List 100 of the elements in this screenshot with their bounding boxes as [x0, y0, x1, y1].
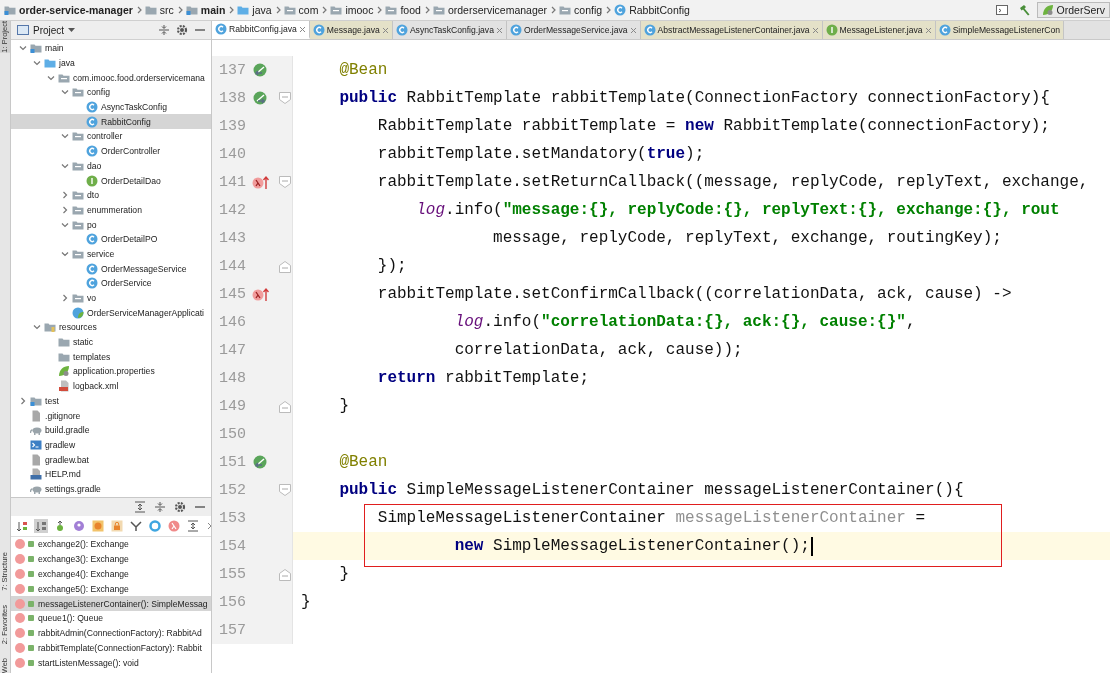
toolbar-toggle[interactable] [129, 519, 143, 533]
tree-item[interactable]: OrderService [11, 276, 211, 291]
source-folder-icon [237, 4, 250, 16]
tree-item[interactable]: gradlew [11, 437, 211, 453]
structure-item[interactable]: exchange4(): Exchange [11, 566, 211, 582]
toolbar-toggle[interactable] [186, 519, 200, 533]
tree-item[interactable]: vo [11, 290, 211, 306]
breadcrumb-item[interactable]: com [281, 4, 321, 16]
code-line: rabbitTemplate.setConfirmCallback((correlationData, ack, cause) -> [376, 285, 1012, 303]
close-icon [298, 25, 306, 33]
settings-button[interactable] [175, 23, 189, 37]
method-icon [15, 613, 25, 624]
line-number: 144 [218, 257, 247, 275]
package-icon [72, 86, 84, 99]
structure-item[interactable]: rabbitAdmin(ConnectionFactory): RabbitAd [11, 625, 211, 641]
tree-item[interactable]: OrderController [11, 143, 211, 159]
line-number: 137 [218, 61, 247, 79]
toolbar-toggle[interactable] [110, 519, 124, 533]
tree-item[interactable]: RabbitConfig [11, 114, 211, 130]
structure-item[interactable]: exchange5(): Exchange [11, 581, 211, 597]
tree-item[interactable]: application.properties [11, 364, 211, 379]
tree-item[interactable]: dto [11, 187, 211, 203]
breadcrumb-item[interactable]: food [383, 4, 423, 16]
collapse-icon [158, 24, 170, 36]
tree-item[interactable]: logback.xml [11, 378, 211, 394]
fold-marker-icon [279, 483, 291, 497]
structure-item[interactable]: rabbitTemplate(ConnectionFactory): Rabbit [11, 640, 211, 656]
line-number: 148 [218, 369, 247, 387]
structure-item[interactable]: messageListenerContainer(): SimpleMessag [11, 596, 211, 611]
tree-item[interactable]: static [11, 334, 211, 350]
tree-item[interactable]: OrderMessageService [11, 261, 211, 276]
class-icon [86, 233, 98, 246]
editor-tab[interactable]: AbstractMessageListenerContainer.java [640, 21, 823, 39]
breadcrumb-item[interactable]: java [235, 4, 274, 16]
tree-item[interactable]: settings.gradle [11, 481, 211, 497]
tree-item[interactable]: config [11, 85, 211, 100]
module-folder-icon [185, 4, 198, 16]
tree-item[interactable]: dao [11, 158, 211, 174]
tree-item[interactable]: gradlew.bat [11, 452, 211, 467]
breadcrumb-item[interactable]: RabbitConfig [612, 4, 692, 16]
toolbar-toggle[interactable] [167, 519, 181, 533]
settings-button[interactable] [173, 500, 187, 514]
tree-item[interactable]: java [11, 55, 211, 71]
toolbar-toggle[interactable] [91, 519, 105, 533]
tree-item[interactable]: resources [11, 320, 211, 335]
tree-item[interactable]: OrderServiceManagerApplicati [11, 305, 211, 321]
line-number: 141 [218, 173, 247, 191]
tree-item[interactable]: build.gradle [11, 422, 211, 438]
code-line: } [301, 593, 311, 611]
tree-item[interactable]: templates [11, 349, 211, 365]
structure-item[interactable]: queue1(): Queue [11, 611, 211, 626]
breadcrumb-item[interactable]: main [183, 4, 228, 16]
editor-tab[interactable]: SimpleMessageListenerCon [935, 21, 1065, 39]
tree-item[interactable]: OrderDetailPO [11, 231, 211, 247]
tree-item[interactable]: enummeration [11, 202, 211, 218]
structure-item[interactable]: exchange2(): Exchange [11, 537, 211, 552]
breadcrumb-item[interactable]: order-service-manager [2, 4, 135, 16]
collapse-all-button[interactable] [153, 500, 167, 514]
editor-tab[interactable]: MessageListener.java [822, 21, 936, 39]
lock-icon [111, 520, 123, 532]
tree-item[interactable]: AsyncTaskConfig [11, 99, 211, 115]
breadcrumb-item[interactable]: orderservicemanager [430, 4, 550, 16]
fold-marker-icon [279, 259, 291, 273]
tree-item[interactable]: test [11, 393, 211, 409]
line-number: 156 [218, 593, 247, 611]
panel-icon [17, 24, 29, 36]
toolbar-toggle[interactable] [15, 519, 29, 533]
breadcrumb-item[interactable]: src [142, 4, 176, 16]
editor-tab[interactable]: Message.java [309, 21, 393, 39]
tree-item[interactable]: po [11, 217, 211, 232]
property-icon [73, 520, 85, 532]
toolbar-toggle[interactable] [34, 519, 48, 533]
tree-item[interactable]: service [11, 246, 211, 262]
breadcrumb-item[interactable]: imooc [328, 4, 376, 16]
structure-item[interactable]: exchange3(): Exchange [11, 551, 211, 567]
package-icon [72, 292, 84, 305]
class-icon [86, 101, 98, 114]
package-icon [283, 4, 296, 16]
tree-item[interactable]: .gitignore [11, 408, 211, 423]
line-number: 146 [218, 313, 247, 331]
method-icon [15, 642, 25, 653]
toolbar-toggle[interactable] [72, 519, 86, 533]
tree-item[interactable]: controller [11, 129, 211, 144]
toolbar-toggle[interactable] [148, 519, 162, 533]
chevron-separator-icon [375, 6, 384, 14]
expand-all-button[interactable] [133, 500, 147, 514]
class-icon [86, 145, 98, 158]
code-line: public RabbitTemplate rabbitTemplate(ConnectionFactory connectionFactory){ [338, 89, 1050, 107]
tree-item[interactable]: HELP.md [11, 466, 211, 482]
method-icon [15, 539, 25, 550]
project-view-dropdown[interactable]: Project [15, 24, 78, 36]
breadcrumb-item[interactable]: config [557, 4, 605, 16]
editor-tab[interactable]: RabbitConfig.java [212, 21, 310, 39]
line-number: 151 [218, 453, 247, 471]
code-line: } [338, 565, 349, 583]
tree-item[interactable]: main [11, 41, 211, 56]
run-config-dropdown[interactable]: OrderServ [1036, 2, 1110, 18]
tree-item[interactable]: com.imooc.food.orderservicemana [11, 70, 211, 86]
tree-item[interactable]: OrderDetailDao [11, 173, 211, 188]
structure-item[interactable]: startListenMessage(): void [11, 655, 211, 671]
